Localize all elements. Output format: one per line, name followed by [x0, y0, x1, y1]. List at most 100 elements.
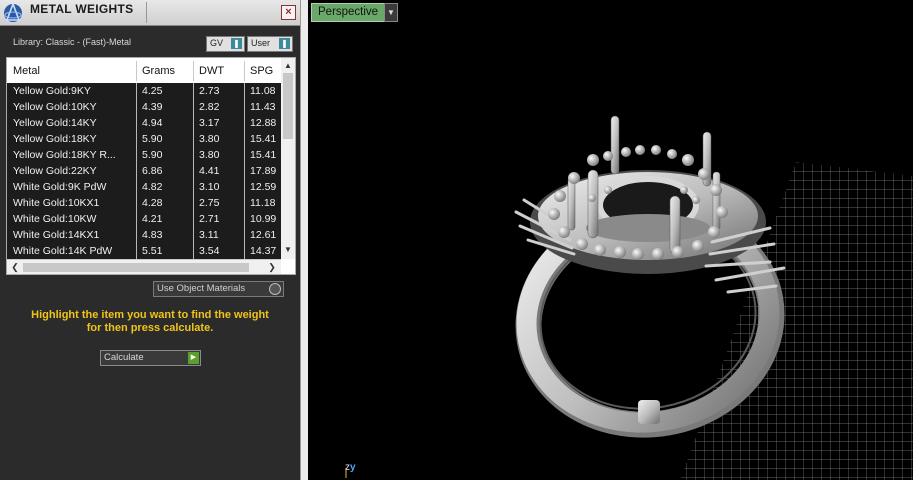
dwt-cell: 3.80: [199, 149, 220, 161]
column-divider: [136, 83, 137, 259]
dwt-cell: 3.11: [199, 229, 219, 241]
table-row[interactable]: White Gold:10KW 4.21 2.71 10.99: [7, 211, 281, 228]
axis-y-label: y: [350, 462, 356, 473]
view-mode-label: Perspective: [318, 6, 379, 18]
grams-cell: 6.86: [142, 165, 163, 177]
dwt-cell: 2.75: [199, 197, 220, 209]
user-dropdown[interactable]: User ❚: [247, 36, 293, 52]
gv-dropdown-label: GV: [210, 38, 224, 48]
dwt-cell: 3.10: [199, 181, 220, 193]
table-row[interactable]: Yellow Gold:18KY 5.90 3.80 15.41: [7, 131, 281, 148]
app-logo-icon: [4, 1, 22, 22]
dwt-cell: 3.17: [199, 117, 220, 129]
vertical-scroll-thumb[interactable]: [283, 73, 293, 139]
column-header-spg[interactable]: SPG: [250, 65, 273, 77]
spg-cell: 14.37: [250, 245, 277, 257]
column-divider: [244, 83, 245, 259]
table-row[interactable]: Yellow Gold:14KY 4.94 3.17 12.88: [7, 115, 281, 132]
chevron-down-icon[interactable]: ❚: [279, 38, 290, 49]
library-label: Library: Classic - (Fast)-Metal: [13, 37, 132, 47]
table-row[interactable]: White Gold:14K PdW 5.51 3.54 14.37: [7, 243, 281, 259]
use-object-materials-toggle[interactable]: Use Object Materials: [153, 281, 284, 297]
metal-cell: Yellow Gold:18KY: [13, 133, 97, 145]
table-header: Metal Grams DWT SPG: [7, 58, 295, 83]
dwt-cell: 3.80: [199, 133, 220, 145]
grams-cell: 4.28: [142, 197, 163, 209]
metal-cell: White Gold:10KW: [13, 213, 97, 225]
grams-cell: 4.39: [142, 101, 163, 113]
dwt-cell: 2.82: [199, 101, 220, 113]
metal-weights-panel: METAL WEIGHTS × Library: Classic - (Fast…: [0, 0, 300, 480]
gv-dropdown[interactable]: GV ❚: [206, 36, 245, 52]
table-row[interactable]: Yellow Gold:9KY 4.25 2.73 11.08: [7, 83, 281, 100]
column-divider: [136, 61, 137, 81]
spg-cell: 15.41: [250, 149, 277, 161]
calculate-button[interactable]: Calculate ▶: [100, 350, 201, 366]
panel-title: METAL WEIGHTS: [30, 2, 134, 16]
spg-cell: 10.99: [250, 213, 277, 225]
dwt-cell: 2.71: [199, 213, 220, 225]
radio-icon[interactable]: [269, 283, 281, 295]
grams-cell: 4.83: [142, 229, 163, 241]
table-row[interactable]: White Gold:10KX1 4.28 2.75 11.18: [7, 195, 281, 212]
spg-cell: 11.08: [250, 85, 276, 97]
spg-cell: 11.18: [250, 197, 276, 209]
metal-cell: Yellow Gold:18KY R...: [13, 149, 116, 161]
grams-cell: 5.90: [142, 133, 163, 145]
dwt-cell: 3.54: [199, 245, 220, 257]
play-icon[interactable]: ▶: [188, 352, 199, 364]
title-separator: [146, 2, 147, 23]
vertical-scrollbar[interactable]: ▲ ▼: [281, 58, 295, 259]
axis-gizmo: zy: [345, 462, 356, 473]
metal-cell: White Gold:10KX1: [13, 197, 100, 209]
table-row[interactable]: White Gold:14KX1 4.83 3.11 12.61: [7, 227, 281, 244]
panel-titlebar: METAL WEIGHTS ×: [0, 0, 300, 26]
scroll-left-icon[interactable]: ❮: [8, 260, 22, 274]
grams-cell: 4.82: [142, 181, 163, 193]
column-header-grams[interactable]: Grams: [142, 65, 175, 77]
column-header-dwt[interactable]: DWT: [199, 65, 224, 77]
spg-cell: 12.88: [250, 117, 277, 129]
table-row[interactable]: Yellow Gold:22KY 6.86 4.41 17.89: [7, 163, 281, 180]
spg-cell: 12.61: [250, 229, 277, 241]
column-divider: [193, 61, 194, 81]
metal-cell: Yellow Gold:10KY: [13, 101, 97, 113]
metal-cell: White Gold:14K PdW: [13, 245, 113, 257]
ring-head: [530, 170, 766, 274]
grams-cell: 4.25: [142, 85, 163, 97]
instruction-text: Highlight the item you want to find the …: [0, 309, 300, 335]
table-body: Yellow Gold:9KY 4.25 2.73 11.08 Yellow G…: [7, 83, 281, 259]
dwt-cell: 2.73: [199, 85, 220, 97]
column-divider: [244, 61, 245, 81]
spg-cell: 15.41: [250, 133, 277, 145]
close-icon[interactable]: ×: [281, 5, 296, 20]
grams-cell: 5.51: [142, 245, 163, 257]
scroll-right-icon[interactable]: ❯: [265, 260, 279, 274]
3d-viewport[interactable]: Perspective ▼ zy: [308, 0, 913, 480]
column-divider: [193, 83, 194, 259]
use-object-materials-label: Use Object Materials: [157, 283, 246, 294]
metal-cell: Yellow Gold:9KY: [13, 85, 91, 97]
grams-cell: 4.94: [142, 117, 163, 129]
scroll-up-icon[interactable]: ▲: [281, 59, 295, 73]
dwt-cell: 4.41: [199, 165, 220, 177]
table-row[interactable]: Yellow Gold:18KY R... 5.90 3.80 15.41: [7, 147, 281, 164]
ring-model-render: [345, 115, 913, 480]
grams-cell: 5.90: [142, 149, 163, 161]
horizontal-scroll-thumb[interactable]: [23, 263, 249, 272]
table-row[interactable]: Yellow Gold:10KY 4.39 2.82 11.43: [7, 99, 281, 116]
chevron-down-icon[interactable]: ❚: [231, 38, 242, 49]
metal-table: Metal Grams DWT SPG Yellow Gold:9KY 4.25…: [6, 57, 296, 275]
spg-cell: 17.89: [250, 165, 277, 177]
calculate-label: Calculate: [104, 352, 144, 363]
scroll-down-icon[interactable]: ▼: [281, 243, 295, 257]
table-row[interactable]: White Gold:9K PdW 4.82 3.10 12.59: [7, 179, 281, 196]
column-header-metal[interactable]: Metal: [13, 65, 40, 77]
instruction-line-1: Highlight the item you want to find the …: [31, 309, 269, 321]
metal-cell: Yellow Gold:22KY: [13, 165, 97, 177]
horizontal-scrollbar[interactable]: ❮ ❯: [7, 259, 281, 274]
instruction-line-2: for then press calculate.: [86, 322, 214, 334]
chevron-down-icon[interactable]: ▼: [384, 3, 398, 22]
grams-cell: 4.21: [142, 213, 163, 225]
metal-cell: White Gold:14KX1: [13, 229, 100, 241]
